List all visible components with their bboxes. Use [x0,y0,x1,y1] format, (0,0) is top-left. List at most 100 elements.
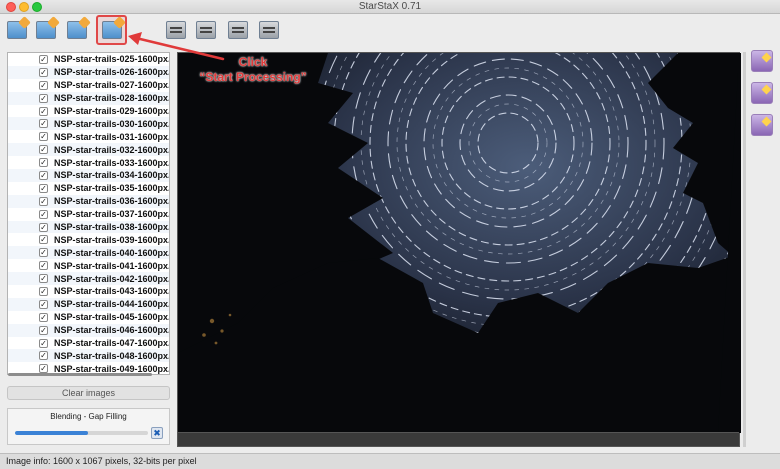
file-checkbox[interactable]: ✓ [39,80,48,90]
file-checkbox[interactable]: ✓ [39,222,48,232]
file-list-item[interactable]: ✓ NSP-star-trails-045-1600px. [8,311,169,324]
file-list-horizontal-scrollbar[interactable] [8,373,152,376]
file-name: NSP-star-trails-032-1600px. [54,144,170,155]
file-checkbox[interactable]: ✓ [39,351,48,361]
file-checkbox[interactable]: ✓ [39,299,48,309]
file-checkbox[interactable]: ✓ [39,235,48,245]
viewer-vertical-scrollbar[interactable] [743,52,746,447]
file-list-item[interactable]: ✓ NSP-star-trails-048-1600px. [8,349,170,363]
progress-panel: Blending - Gap Filling ✖ [7,408,170,445]
file-name: NSP-star-trails-037-1600px. [54,209,170,220]
file-list-item[interactable]: ✓ NSP-star-trails-028-1600px. [8,91,170,105]
file-checkbox[interactable]: ✓ [39,274,48,284]
file-list-item[interactable]: ✓ NSP-star-trails-038-1600px. [8,220,170,234]
progress-label: Blending - Gap Filling [50,412,127,421]
file-list-item[interactable]: ✓ NSP-star-trails-027-1600px. [8,79,169,92]
file-list-item[interactable]: ✓ NSP-star-trails-046-1600px. [8,323,170,337]
file-checkbox[interactable]: ✓ [39,158,48,168]
file-list-item[interactable]: ✓ NSP-star-trails-039-1600px. [8,233,169,246]
file-list-item[interactable]: ✓ NSP-star-trails-030-1600px. [8,117,170,131]
file-name: NSP-star-trails-027-1600px. [54,80,170,91]
file-checkbox[interactable]: ✓ [39,106,48,116]
file-list-item[interactable]: ✓ NSP-star-trails-029-1600px. [8,105,169,118]
file-list-item[interactable]: ✓ NSP-star-trails-035-1600px. [8,182,169,195]
open-images-button[interactable] [4,17,30,43]
open-dark-frames-button[interactable] [33,17,59,43]
stop-processing-button[interactable]: ✖ [151,427,163,439]
file-checkbox[interactable]: ✓ [39,54,48,64]
file-list-item[interactable]: ✓ NSP-star-trails-042-1600px. [8,272,170,286]
file-name: NSP-star-trails-033-1600px. [54,157,170,168]
window-title: StarStaX 0.71 [358,1,422,12]
folder-save-icon [67,21,87,39]
image-viewer[interactable] [177,52,741,447]
file-name: NSP-star-trails-039-1600px. [54,234,170,245]
file-name: NSP-star-trails-048-1600px. [54,350,170,361]
file-name: NSP-star-trails-031-1600px. [54,131,170,142]
file-list-item[interactable]: ✓ NSP-star-trails-044-1600px. [8,297,169,311]
side-button-3[interactable] [751,114,773,136]
file-checkbox[interactable]: ✓ [39,119,48,129]
file-checkbox[interactable]: ✓ [39,248,48,258]
title-bar: StarStaX 0.71 [0,0,780,14]
file-checkbox[interactable]: ✓ [39,170,48,180]
file-name: NSP-star-trails-045-1600px. [54,312,170,323]
actual-size-icon [259,21,279,39]
file-list-item[interactable]: ✓ NSP-star-trails-043-1600px. [8,285,169,298]
file-list-item[interactable]: ✓ NSP-star-trails-047-1600px. [8,337,169,350]
file-checkbox[interactable]: ✓ [39,261,48,271]
star-trails-photo [178,53,741,433]
file-name: NSP-star-trails-042-1600px. [54,273,170,284]
file-name: NSP-star-trails-038-1600px. [54,222,170,233]
folder-dark-icon [36,21,56,39]
file-list-item[interactable]: ✓ NSP-star-trails-026-1600px. [8,65,170,79]
annotation-line-2: “Start Processing” [199,70,307,84]
progress-bar [15,431,148,435]
file-checkbox[interactable]: ✓ [39,364,48,374]
file-checkbox[interactable]: ✓ [39,145,48,155]
viewer-horizontal-scrollbar[interactable] [178,432,739,446]
clear-images-button[interactable]: Clear images [7,386,170,400]
side-button-1[interactable] [751,50,773,72]
file-checkbox[interactable]: ✓ [39,196,48,206]
file-list-item[interactable]: ✓ NSP-star-trails-033-1600px. [8,156,169,169]
file-name: NSP-star-trails-036-1600px. [54,196,170,207]
file-list-item[interactable]: ✓ NSP-star-trails-031-1600px. [8,130,169,143]
file-list-item[interactable]: ✓ NSP-star-trails-041-1600px. [8,259,169,272]
save-image-button[interactable] [64,17,90,43]
file-checkbox[interactable]: ✓ [39,183,48,193]
file-name: NSP-star-trails-047-1600px. [54,338,170,349]
file-checkbox[interactable]: ✓ [39,338,48,348]
file-name: NSP-star-trails-043-1600px. [54,286,170,297]
file-list-item[interactable]: ✓ NSP-star-trails-036-1600px. [8,194,170,208]
file-name: NSP-star-trails-029-1600px. [54,106,170,116]
file-checkbox[interactable]: ✓ [39,286,48,296]
file-list-item[interactable]: ✓ NSP-star-trails-040-1600px. [8,246,169,260]
side-button-2[interactable] [751,82,773,104]
image-file-list[interactable]: ✓ NSP-star-trails-025-1600px. ✓ NSP-star-tr… [7,52,170,375]
file-checkbox[interactable]: ✓ [39,67,48,77]
file-name: NSP-star-trails-028-1600px. [54,93,170,104]
file-name: NSP-star-trails-034-1600px. [54,170,170,181]
fit-to-window-button[interactable] [225,17,251,43]
file-name: NSP-star-trails-041-1600px. [54,260,170,271]
annotation-callout: Click “Start Processing” [178,55,328,85]
file-checkbox[interactable]: ✓ [39,312,48,322]
folder-open-icon [7,21,27,39]
stop-icon: ✖ [153,428,161,438]
file-list-item[interactable]: ✓ NSP-star-trails-032-1600px. [8,143,170,157]
file-checkbox[interactable]: ✓ [39,93,48,103]
progress-bar-fill [15,431,89,435]
status-bar: Image info: 1600 x 1067 pixels, 32-bits … [0,453,780,469]
file-checkbox[interactable]: ✓ [39,325,48,335]
file-list-item[interactable]: ✓ NSP-star-trails-037-1600px. [8,208,169,221]
actual-size-button[interactable] [256,17,282,43]
file-checkbox[interactable]: ✓ [39,132,48,142]
file-name: NSP-star-trails-046-1600px. [54,325,170,336]
file-name: NSP-star-trails-035-1600px. [54,183,170,194]
file-checkbox[interactable]: ✓ [39,209,48,219]
file-name: NSP-star-trails-026-1600px. [54,67,170,78]
file-name: NSP-star-trails-030-1600px. [54,118,170,129]
toolbar [0,15,780,47]
file-list-item[interactable]: ✓ NSP-star-trails-034-1600px. [8,169,169,182]
